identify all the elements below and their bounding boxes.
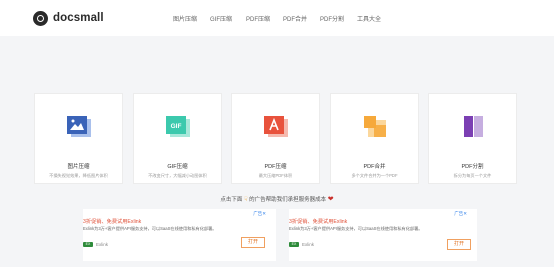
split-icon bbox=[464, 115, 483, 138]
logo[interactable]: docsmall bbox=[33, 10, 104, 26]
ad-brand: EX Exlink bbox=[289, 242, 314, 247]
tool-desc: 不改变尺寸，大幅减小动图体积 bbox=[148, 173, 207, 178]
ad-headline[interactable]: 3折促销、免费试用Exlink bbox=[83, 218, 141, 225]
tool-title: PDF压缩 bbox=[264, 164, 287, 170]
ad-subtext: Exlink为3万+客户提供API服务支持，可以SaaS在线使用和私有化部署。 bbox=[289, 226, 423, 231]
tool-card-image-compress[interactable]: 图片压缩 不損失视觉效果，降低图片体积 bbox=[34, 93, 123, 184]
ad-open-button[interactable]: 打开 bbox=[447, 239, 471, 250]
tool-title: GIF压缩 bbox=[167, 164, 188, 170]
gif-icon: GIF bbox=[166, 116, 190, 137]
ad-close-flag[interactable]: 广告✕ bbox=[454, 211, 467, 217]
nav-pdf-compress[interactable]: PDF压缩 bbox=[246, 14, 270, 23]
tool-title: PDF合并 bbox=[363, 164, 386, 170]
ad-support-notice: 点击下面 ☟ 的广告帮助我们承担服务器成本 ❤ bbox=[0, 195, 554, 203]
ad-brand: EX Exlink bbox=[83, 242, 108, 247]
tool-title: PDF分割 bbox=[461, 164, 484, 170]
brand-logo-icon: EX bbox=[289, 242, 299, 247]
svg-text:GIF: GIF bbox=[171, 123, 182, 130]
tool-desc: 不損失视觉效果，降低图片体积 bbox=[49, 173, 108, 178]
ad-brand-name: Exlink bbox=[302, 242, 315, 247]
nav-pdf-split[interactable]: PDF分割 bbox=[320, 14, 344, 23]
merge-icon bbox=[364, 116, 386, 137]
nav-pdf-merge[interactable]: PDF合并 bbox=[283, 14, 307, 23]
tool-card-pdf-merge[interactable]: PDF合并 多个文件合并为一个PDF bbox=[330, 93, 419, 184]
top-header: docsmall 图片压缩 GIF压缩 PDF压缩 PDF合并 PDF分割 工具… bbox=[0, 0, 554, 36]
nav-all-tools[interactable]: 工具大全 bbox=[357, 14, 381, 23]
notice-text: 的广告帮助我们承担服务器成本 bbox=[249, 197, 327, 203]
logo-icon bbox=[33, 10, 48, 26]
tool-desc: 最大压缩PDF体积 bbox=[258, 173, 293, 178]
heart-icon: ❤ bbox=[327, 196, 334, 203]
tool-title: 图片压缩 bbox=[67, 164, 90, 170]
logo-text: docsmall bbox=[53, 12, 104, 24]
brand-logo-icon: EX bbox=[83, 242, 93, 247]
image-icon bbox=[67, 116, 91, 137]
nav-gif-compress[interactable]: GIF压缩 bbox=[210, 14, 232, 23]
ad-headline[interactable]: 3折促销、免费试用Exlink bbox=[289, 218, 347, 225]
notice-prefix: 点击下面 bbox=[220, 197, 243, 203]
pointing-hand-icon: ☟ bbox=[243, 197, 248, 203]
ad-block-left[interactable]: 广告✕ 3折促销、免费试用Exlink Exlink为3万+客户提供API服务支… bbox=[83, 209, 276, 261]
nav-image-compress[interactable]: 图片压缩 bbox=[173, 14, 197, 23]
ad-open-button[interactable]: 打开 bbox=[241, 237, 265, 248]
tool-desc: 多个文件合并为一个PDF bbox=[351, 173, 398, 178]
tool-card-gif-compress[interactable]: GIF GIF压缩 不改变尺寸，大幅减小动图体积 bbox=[133, 93, 222, 184]
tool-desc: 拆分为每页一个文件 bbox=[453, 173, 492, 178]
tool-card-pdf-split[interactable]: PDF分割 拆分为每页一个文件 bbox=[428, 93, 517, 184]
ad-subtext: Exlink为3万+客户提供API服务支持，可以SaaS在线使用和私有化部署。 bbox=[83, 226, 217, 231]
tool-card-pdf-compress[interactable]: PDF压缩 最大压缩PDF体积 bbox=[231, 93, 320, 184]
ad-brand-name: Exlink bbox=[96, 242, 109, 247]
ad-close-flag[interactable]: 广告✕ bbox=[253, 211, 266, 217]
ad-block-right[interactable]: 广告✕ 3折促销、免费试用Exlink Exlink为3万+客户提供API服务支… bbox=[289, 209, 477, 261]
pdf-icon bbox=[264, 116, 288, 137]
